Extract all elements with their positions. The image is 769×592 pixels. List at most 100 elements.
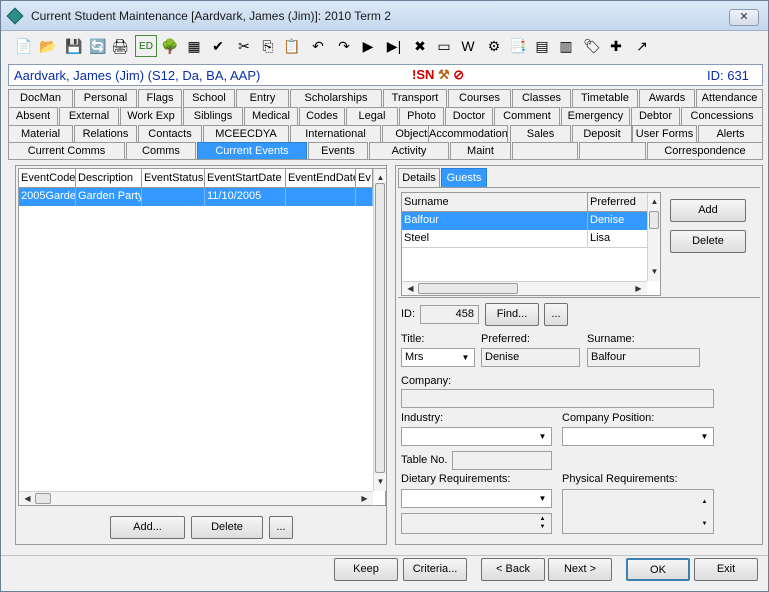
window-icon[interactable]: ▭	[433, 35, 455, 57]
table-field[interactable]	[452, 451, 552, 470]
scroll-right-icon[interactable]: ▶	[632, 282, 645, 295]
word-icon[interactable]: W	[457, 35, 479, 57]
company-field[interactable]	[401, 389, 714, 408]
tab-details[interactable]: Details	[398, 168, 440, 188]
tab-guests[interactable]: Guests	[441, 168, 487, 188]
tab-sales[interactable]: Sales	[510, 125, 571, 143]
calculator-icon[interactable]: ▦	[183, 35, 205, 57]
delete-event-button[interactable]: Delete	[191, 516, 263, 539]
tab-classes[interactable]: Classes	[512, 89, 571, 107]
paste-icon[interactable]: 📋	[281, 35, 303, 57]
tab-medical[interactable]: Medical	[244, 107, 298, 125]
preferred-field[interactable]: Denise	[481, 348, 580, 367]
criteria-button[interactable]: Criteria...	[403, 558, 467, 581]
keep-button[interactable]: Keep	[334, 558, 398, 581]
tab-concessions[interactable]: Concessions	[681, 107, 763, 125]
event-cell[interactable]: 11/10/2005	[205, 188, 286, 206]
calendar-icon[interactable]: ▤	[531, 35, 553, 57]
delete-icon[interactable]: ✖	[409, 35, 431, 57]
delete-guest-button[interactable]: Delete	[670, 230, 746, 253]
guest-surname-cell[interactable]: Balfour	[402, 212, 588, 230]
tab-entry[interactable]: Entry	[236, 89, 289, 107]
tab-contacts[interactable]: Contacts	[138, 125, 202, 143]
edit-icon[interactable]: ED	[135, 35, 157, 57]
tab-external[interactable]: External	[59, 107, 119, 125]
tab-current-events[interactable]: Current Events	[197, 142, 307, 160]
settings-icon[interactable]: ⚙	[483, 35, 505, 57]
tab-mceecdya[interactable]: MCEECDYA	[203, 125, 289, 143]
col-header-surname[interactable]: Surname	[402, 193, 588, 212]
scroll-thumb-h[interactable]	[418, 283, 518, 294]
spin-icon[interactable]: ▲ ▼	[697, 491, 712, 533]
tab-correspondence[interactable]: Correspondence	[647, 142, 763, 160]
tab-accommodation[interactable]: Accommodation	[428, 125, 508, 143]
schedule-icon[interactable]: ▥	[555, 35, 577, 57]
new-icon[interactable]: 📄	[13, 35, 35, 57]
col-header-eventstartdate[interactable]: EventStartDate	[205, 169, 286, 188]
dietary-select[interactable]: ▼	[401, 489, 552, 508]
tab-emergency[interactable]: Emergency	[561, 107, 630, 125]
tab-current-comms[interactable]: Current Comms	[8, 142, 125, 160]
tab-docman[interactable]: DocMan	[8, 89, 73, 107]
close-button[interactable]: ✕	[729, 9, 759, 26]
tab-debtor[interactable]: Debtor	[631, 107, 680, 125]
event-cell[interactable]	[356, 188, 373, 206]
spin-icon[interactable]: ▲ ▼	[535, 515, 550, 533]
save-icon[interactable]: 💾	[63, 35, 85, 57]
scroll-thumb[interactable]	[649, 211, 659, 229]
spellcheck-icon[interactable]: ✔	[207, 35, 229, 57]
tab-codes[interactable]: Codes	[299, 107, 345, 125]
exit-button[interactable]: Exit	[694, 558, 758, 581]
scroll-left-icon[interactable]: ◀	[404, 282, 417, 295]
tab-events[interactable]: Events	[308, 142, 368, 160]
open-icon[interactable]: 📂	[37, 35, 59, 57]
chevron-down-icon[interactable]: ▼	[458, 350, 473, 365]
scroll-left-icon[interactable]: ◀	[21, 492, 34, 505]
events-grid[interactable]: EventCode Description EventStatus EventStar…	[18, 168, 386, 506]
industry-select[interactable]: ▼	[401, 427, 552, 446]
id-more-button[interactable]: ...	[544, 303, 568, 326]
tab-deposit[interactable]: Deposit	[572, 125, 632, 143]
refresh-icon[interactable]: 🔄	[87, 35, 109, 57]
tab-school[interactable]: School	[183, 89, 235, 107]
scroll-thumb-h[interactable]	[35, 493, 51, 504]
tab-siblings[interactable]: Siblings	[183, 107, 243, 125]
col-header-ev[interactable]: Ev	[356, 169, 373, 188]
position-select[interactable]: ▼	[562, 427, 714, 446]
find-button[interactable]: Find...	[485, 303, 539, 326]
undo-icon[interactable]: ↶	[307, 35, 329, 57]
tab-awards[interactable]: Awards	[639, 89, 695, 107]
guest-preferred-cell[interactable]: Lisa	[588, 230, 648, 248]
print-icon[interactable]: 🖨	[109, 35, 131, 57]
tab-courses[interactable]: Courses	[448, 89, 511, 107]
copy-icon[interactable]: ⎘	[257, 35, 279, 57]
scroll-up-icon[interactable]: ▲	[648, 195, 661, 208]
chevron-down-icon[interactable]: ▼	[697, 429, 712, 444]
add-icon[interactable]: ✚	[605, 35, 627, 57]
tab-material[interactable]: Material	[8, 125, 73, 143]
tab-personal[interactable]: Personal	[74, 89, 137, 107]
arrow-icon[interactable]: ↗	[631, 35, 653, 57]
col-header-eventcode[interactable]: EventCode	[19, 169, 76, 188]
scroll-thumb[interactable]	[375, 183, 385, 473]
col-header-preferred[interactable]: Preferred	[588, 193, 648, 212]
next-button[interactable]: Next >	[548, 558, 612, 581]
guest-surname-cell[interactable]: Steel	[402, 230, 588, 248]
tab-photo[interactable]: Photo	[399, 107, 444, 125]
guests-vertical-scrollbar[interactable]: ▲ ▼	[647, 193, 660, 281]
redo-icon[interactable]: ↷	[333, 35, 355, 57]
tab-international[interactable]: International	[290, 125, 381, 143]
scroll-down-icon[interactable]: ▼	[374, 475, 387, 488]
tab-legal[interactable]: Legal	[346, 107, 398, 125]
tab-timetable[interactable]: Timetable	[572, 89, 638, 107]
events-horizontal-scrollbar[interactable]: ◀ ▶	[19, 491, 373, 505]
last-icon[interactable]: ▶|	[383, 35, 405, 57]
event-cell[interactable]	[142, 188, 205, 206]
tag-icon[interactable]: 🏷	[581, 35, 603, 57]
event-cell[interactable]: Garden Party	[76, 188, 142, 206]
col-header-eventenddate[interactable]: EventEndDate	[286, 169, 356, 188]
tab-doctor[interactable]: Doctor	[445, 107, 493, 125]
scroll-down-icon[interactable]: ▼	[648, 265, 661, 278]
play-icon[interactable]: ▶	[357, 35, 379, 57]
chevron-down-icon[interactable]: ▼	[535, 429, 550, 444]
